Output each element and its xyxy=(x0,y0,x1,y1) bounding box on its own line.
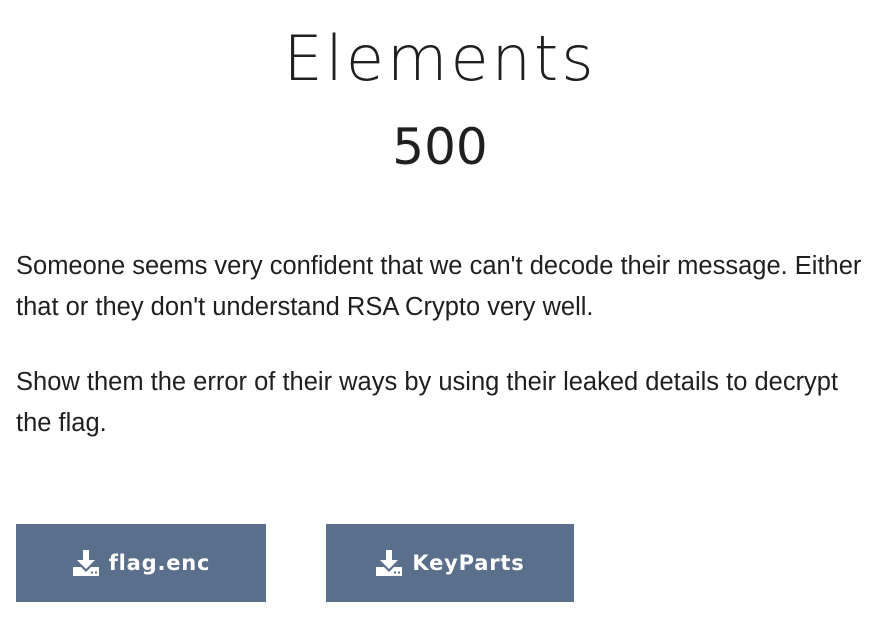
download-icon xyxy=(375,549,403,577)
description-paragraph: Show them the error of their ways by usi… xyxy=(16,368,839,437)
download-keyparts-label: KeyParts xyxy=(412,551,525,575)
description-paragraph: Someone seems very confident that we can… xyxy=(16,252,862,321)
challenge-points: 500 xyxy=(392,118,488,176)
challenge-description: Someone seems very confident that we can… xyxy=(16,246,868,478)
download-keyparts-button[interactable]: KeyParts xyxy=(326,524,574,602)
challenge-title: Elements xyxy=(283,22,597,95)
download-flag-enc-label: flag.enc xyxy=(108,551,211,575)
download-icon xyxy=(72,549,100,577)
download-flag-enc-button[interactable]: flag.enc xyxy=(16,524,266,602)
